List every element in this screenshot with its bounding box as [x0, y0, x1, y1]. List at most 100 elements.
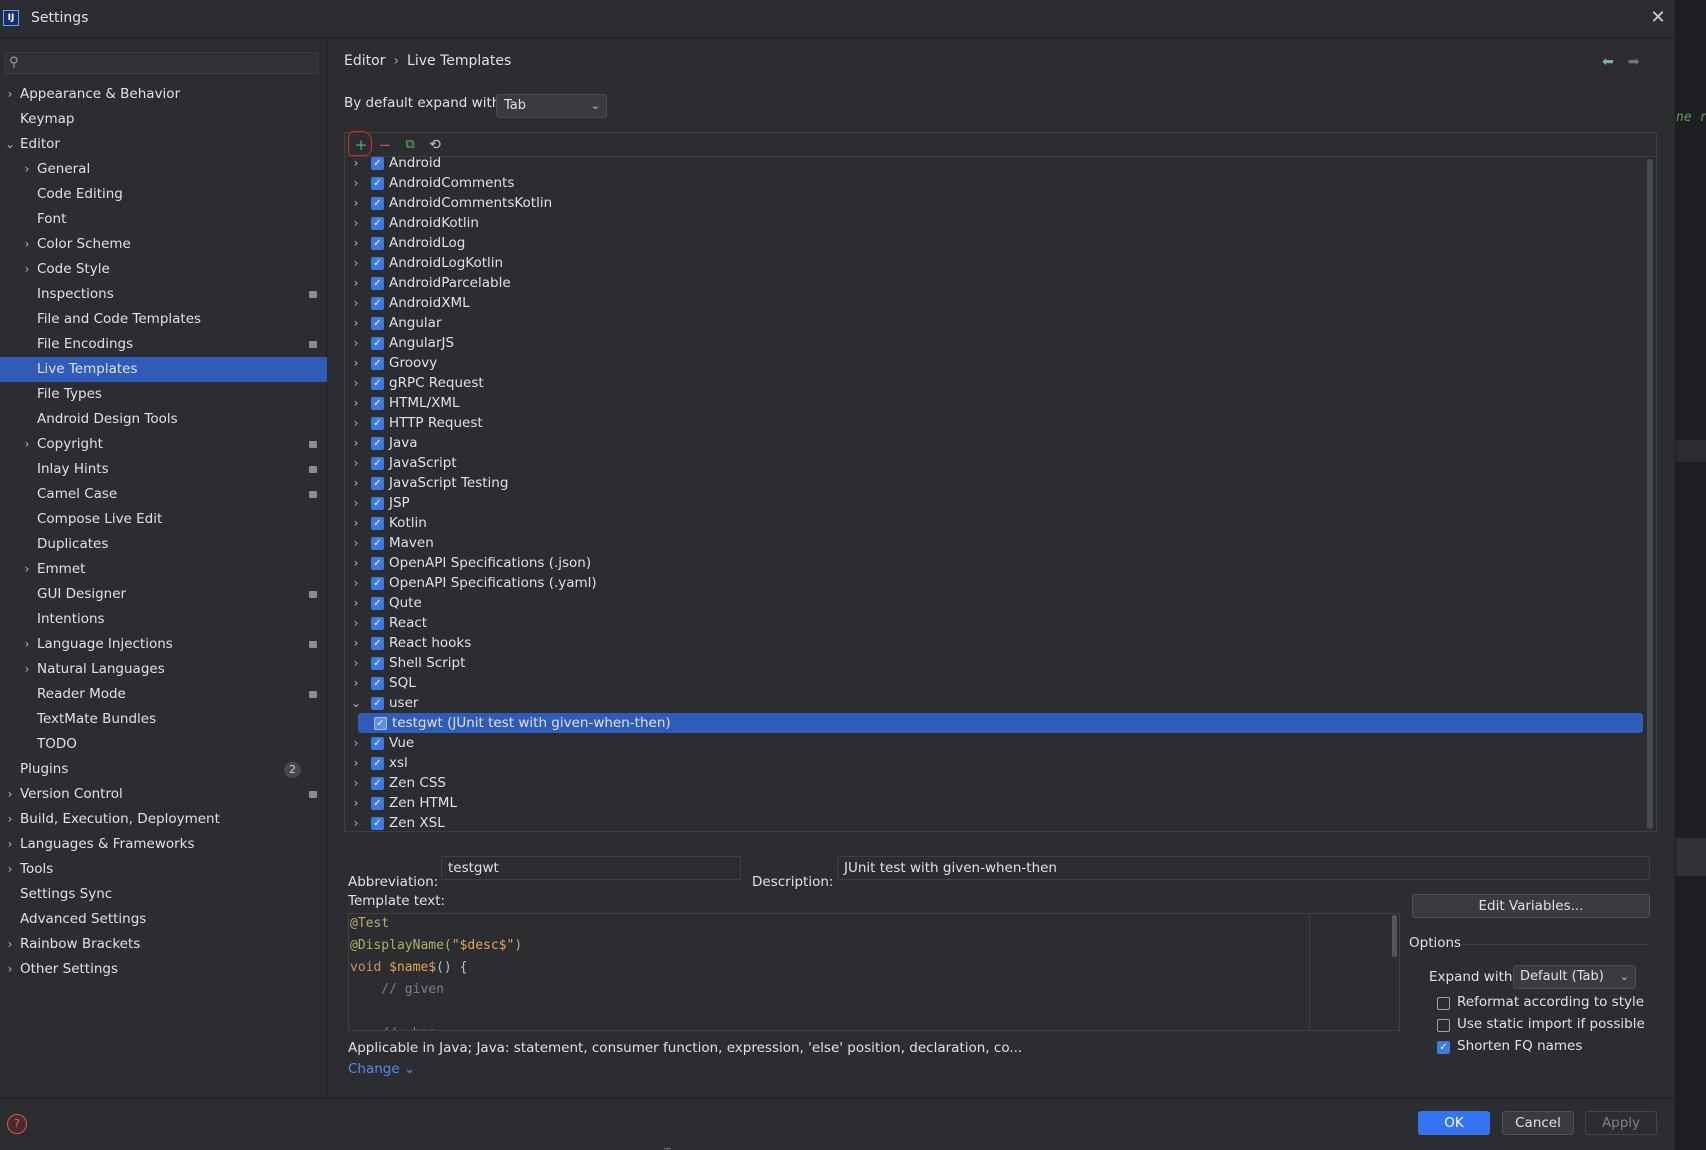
template-group[interactable]: › ✓ JavaScript	[345, 453, 1645, 473]
sidebar-item-advanced-settings[interactable]: Advanced Settings	[0, 907, 327, 932]
chevron-right-icon[interactable]: ›	[350, 233, 362, 253]
template-checkbox[interactable]: ✓	[371, 697, 384, 710]
chevron-right-icon[interactable]: ›	[350, 653, 362, 673]
template-checkbox[interactable]: ✓	[371, 517, 384, 530]
sidebar-item-textmate-bundles[interactable]: TextMate Bundles	[0, 707, 327, 732]
sidebar-item-languages-frameworks[interactable]: › Languages & Frameworks	[0, 832, 327, 857]
chevron-right-icon[interactable]: ›	[350, 633, 362, 653]
add-template-button[interactable]: +	[351, 135, 371, 155]
template-group[interactable]: › ✓ Groovy	[345, 353, 1645, 373]
template-checkbox[interactable]: ✓	[371, 297, 384, 310]
close-button[interactable]: ✕	[1646, 6, 1670, 30]
chevron-right-icon[interactable]: ›	[350, 793, 362, 813]
expand-with-select[interactable]: Default (Tab) ⌄	[1513, 965, 1636, 989]
sidebar-item-tools[interactable]: › Tools	[0, 857, 327, 882]
templates-scrollbar[interactable]	[1647, 159, 1653, 829]
expand-default-select[interactable]: Tab ⌄	[496, 94, 607, 118]
chevron-right-icon[interactable]: ›	[350, 733, 362, 753]
sidebar-item-language-injections[interactable]: › Language Injections	[0, 632, 327, 657]
chevron-right-icon[interactable]: ›	[350, 553, 362, 573]
template-group[interactable]: ⌄ ✓ user	[345, 693, 1645, 713]
search-input[interactable]	[29, 54, 313, 72]
sidebar-item-font[interactable]: Font	[0, 207, 327, 232]
template-checkbox[interactable]: ✓	[371, 437, 384, 450]
template-checkbox[interactable]: ✓	[371, 637, 384, 650]
chevron-right-icon[interactable]: ›	[3, 957, 17, 982]
template-checkbox[interactable]: ✓	[371, 817, 384, 830]
template-text-scrollbar[interactable]	[1392, 915, 1397, 957]
chevron-right-icon[interactable]: ›	[350, 173, 362, 193]
chevron-down-icon[interactable]: ⌄	[350, 693, 362, 713]
template-checkbox[interactable]: ✓	[371, 337, 384, 350]
sidebar-item-compose-live-edit[interactable]: Compose Live Edit	[0, 507, 327, 532]
description-field[interactable]: JUnit test with given-when-then	[837, 856, 1650, 880]
template-group[interactable]: › ✓ Android	[345, 157, 1645, 173]
chevron-right-icon[interactable]: ›	[350, 753, 362, 773]
template-group[interactable]: › ✓ AngularJS	[345, 333, 1645, 353]
chevron-right-icon[interactable]: ›	[3, 832, 17, 857]
template-checkbox[interactable]: ✓	[371, 777, 384, 790]
sidebar-item-code-style[interactable]: › Code Style	[0, 257, 327, 282]
template-checkbox[interactable]: ✓	[371, 557, 384, 570]
template-checkbox[interactable]: ✓	[371, 197, 384, 210]
sidebar-item-appearance-behavior[interactable]: › Appearance & Behavior	[0, 82, 327, 107]
template-checkbox[interactable]: ✓	[371, 617, 384, 630]
template-group[interactable]: › ✓ JSP	[345, 493, 1645, 513]
template-group[interactable]: › ✓ HTML/XML	[345, 393, 1645, 413]
template-group[interactable]: › ✓ AndroidKotlin	[345, 213, 1645, 233]
template-checkbox[interactable]: ✓	[371, 737, 384, 750]
sidebar-item-copyright[interactable]: › Copyright	[0, 432, 327, 457]
template-checkbox[interactable]: ✓	[371, 257, 384, 270]
sidebar-item-natural-languages[interactable]: › Natural Languages	[0, 657, 327, 682]
template-group[interactable]: › ✓ JavaScript Testing	[345, 473, 1645, 493]
settings-search[interactable]: ⚲	[4, 52, 318, 74]
sidebar-item-emmet[interactable]: › Emmet	[0, 557, 327, 582]
sidebar-item-camel-case[interactable]: Camel Case	[0, 482, 327, 507]
chevron-right-icon[interactable]: ›	[3, 857, 17, 882]
chevron-right-icon[interactable]: ›	[20, 157, 34, 182]
sidebar-item-rainbow-brackets[interactable]: › Rainbow Brackets	[0, 932, 327, 957]
template-group[interactable]: › ✓ AndroidXML	[345, 293, 1645, 313]
chevron-right-icon[interactable]: ›	[3, 782, 17, 807]
help-icon[interactable]: ?	[7, 1114, 27, 1134]
sidebar-item-code-editing[interactable]: Code Editing	[0, 182, 327, 207]
sidebar-item-editor[interactable]: ⌄ Editor	[0, 132, 327, 157]
chevron-right-icon[interactable]: ›	[350, 413, 362, 433]
edit-variables-button[interactable]: Edit Variables...	[1412, 894, 1650, 918]
chevron-right-icon[interactable]: ›	[20, 557, 34, 582]
restore-defaults-button[interactable]: ⟲	[425, 135, 445, 155]
chevron-right-icon[interactable]: ›	[350, 453, 362, 473]
chevron-right-icon[interactable]: ›	[350, 293, 362, 313]
static-import-checkbox[interactable]	[1437, 1019, 1450, 1032]
template-group[interactable]: › ✓ Vue	[345, 733, 1645, 753]
template-group[interactable]: › ✓ gRPC Request	[345, 373, 1645, 393]
sidebar-item-reader-mode[interactable]: Reader Mode	[0, 682, 327, 707]
chevron-right-icon[interactable]: ›	[350, 213, 362, 233]
sidebar-item-general[interactable]: › General	[0, 157, 327, 182]
template-checkbox[interactable]: ✓	[371, 217, 384, 230]
chevron-right-icon[interactable]: ›	[350, 353, 362, 373]
remove-template-button[interactable]: −	[375, 135, 395, 155]
chevron-right-icon[interactable]: ›	[350, 513, 362, 533]
sidebar-item-duplicates[interactable]: Duplicates	[0, 532, 327, 557]
template-group[interactable]: › ✓ HTTP Request	[345, 413, 1645, 433]
sidebar-item-settings-sync[interactable]: Settings Sync	[0, 882, 327, 907]
chevron-right-icon[interactable]: ›	[350, 193, 362, 213]
template-checkbox[interactable]: ✓	[371, 237, 384, 250]
sidebar-item-android-design-tools[interactable]: Android Design Tools	[0, 407, 327, 432]
template-checkbox[interactable]: ✓	[371, 277, 384, 290]
template-checkbox[interactable]: ✓	[371, 357, 384, 370]
chevron-right-icon[interactable]: ›	[350, 533, 362, 553]
forward-arrow-icon[interactable]: ➡	[1628, 54, 1640, 70]
shorten-fq-checkbox[interactable]: ✓	[1437, 1041, 1450, 1054]
breadcrumb-parent[interactable]: Editor	[344, 53, 385, 69]
sidebar-item-intentions[interactable]: Intentions	[0, 607, 327, 632]
template-group[interactable]: › ✓ Maven	[345, 533, 1645, 553]
abbreviation-field[interactable]: testgwt	[441, 856, 741, 880]
chevron-right-icon[interactable]: ›	[350, 673, 362, 693]
chevron-right-icon[interactable]: ›	[350, 773, 362, 793]
sidebar-item-build-execution-deployment[interactable]: › Build, Execution, Deployment	[0, 807, 327, 832]
template-checkbox[interactable]: ✓	[371, 657, 384, 670]
chevron-right-icon[interactable]: ›	[3, 807, 17, 832]
template-checkbox[interactable]: ✓	[371, 477, 384, 490]
